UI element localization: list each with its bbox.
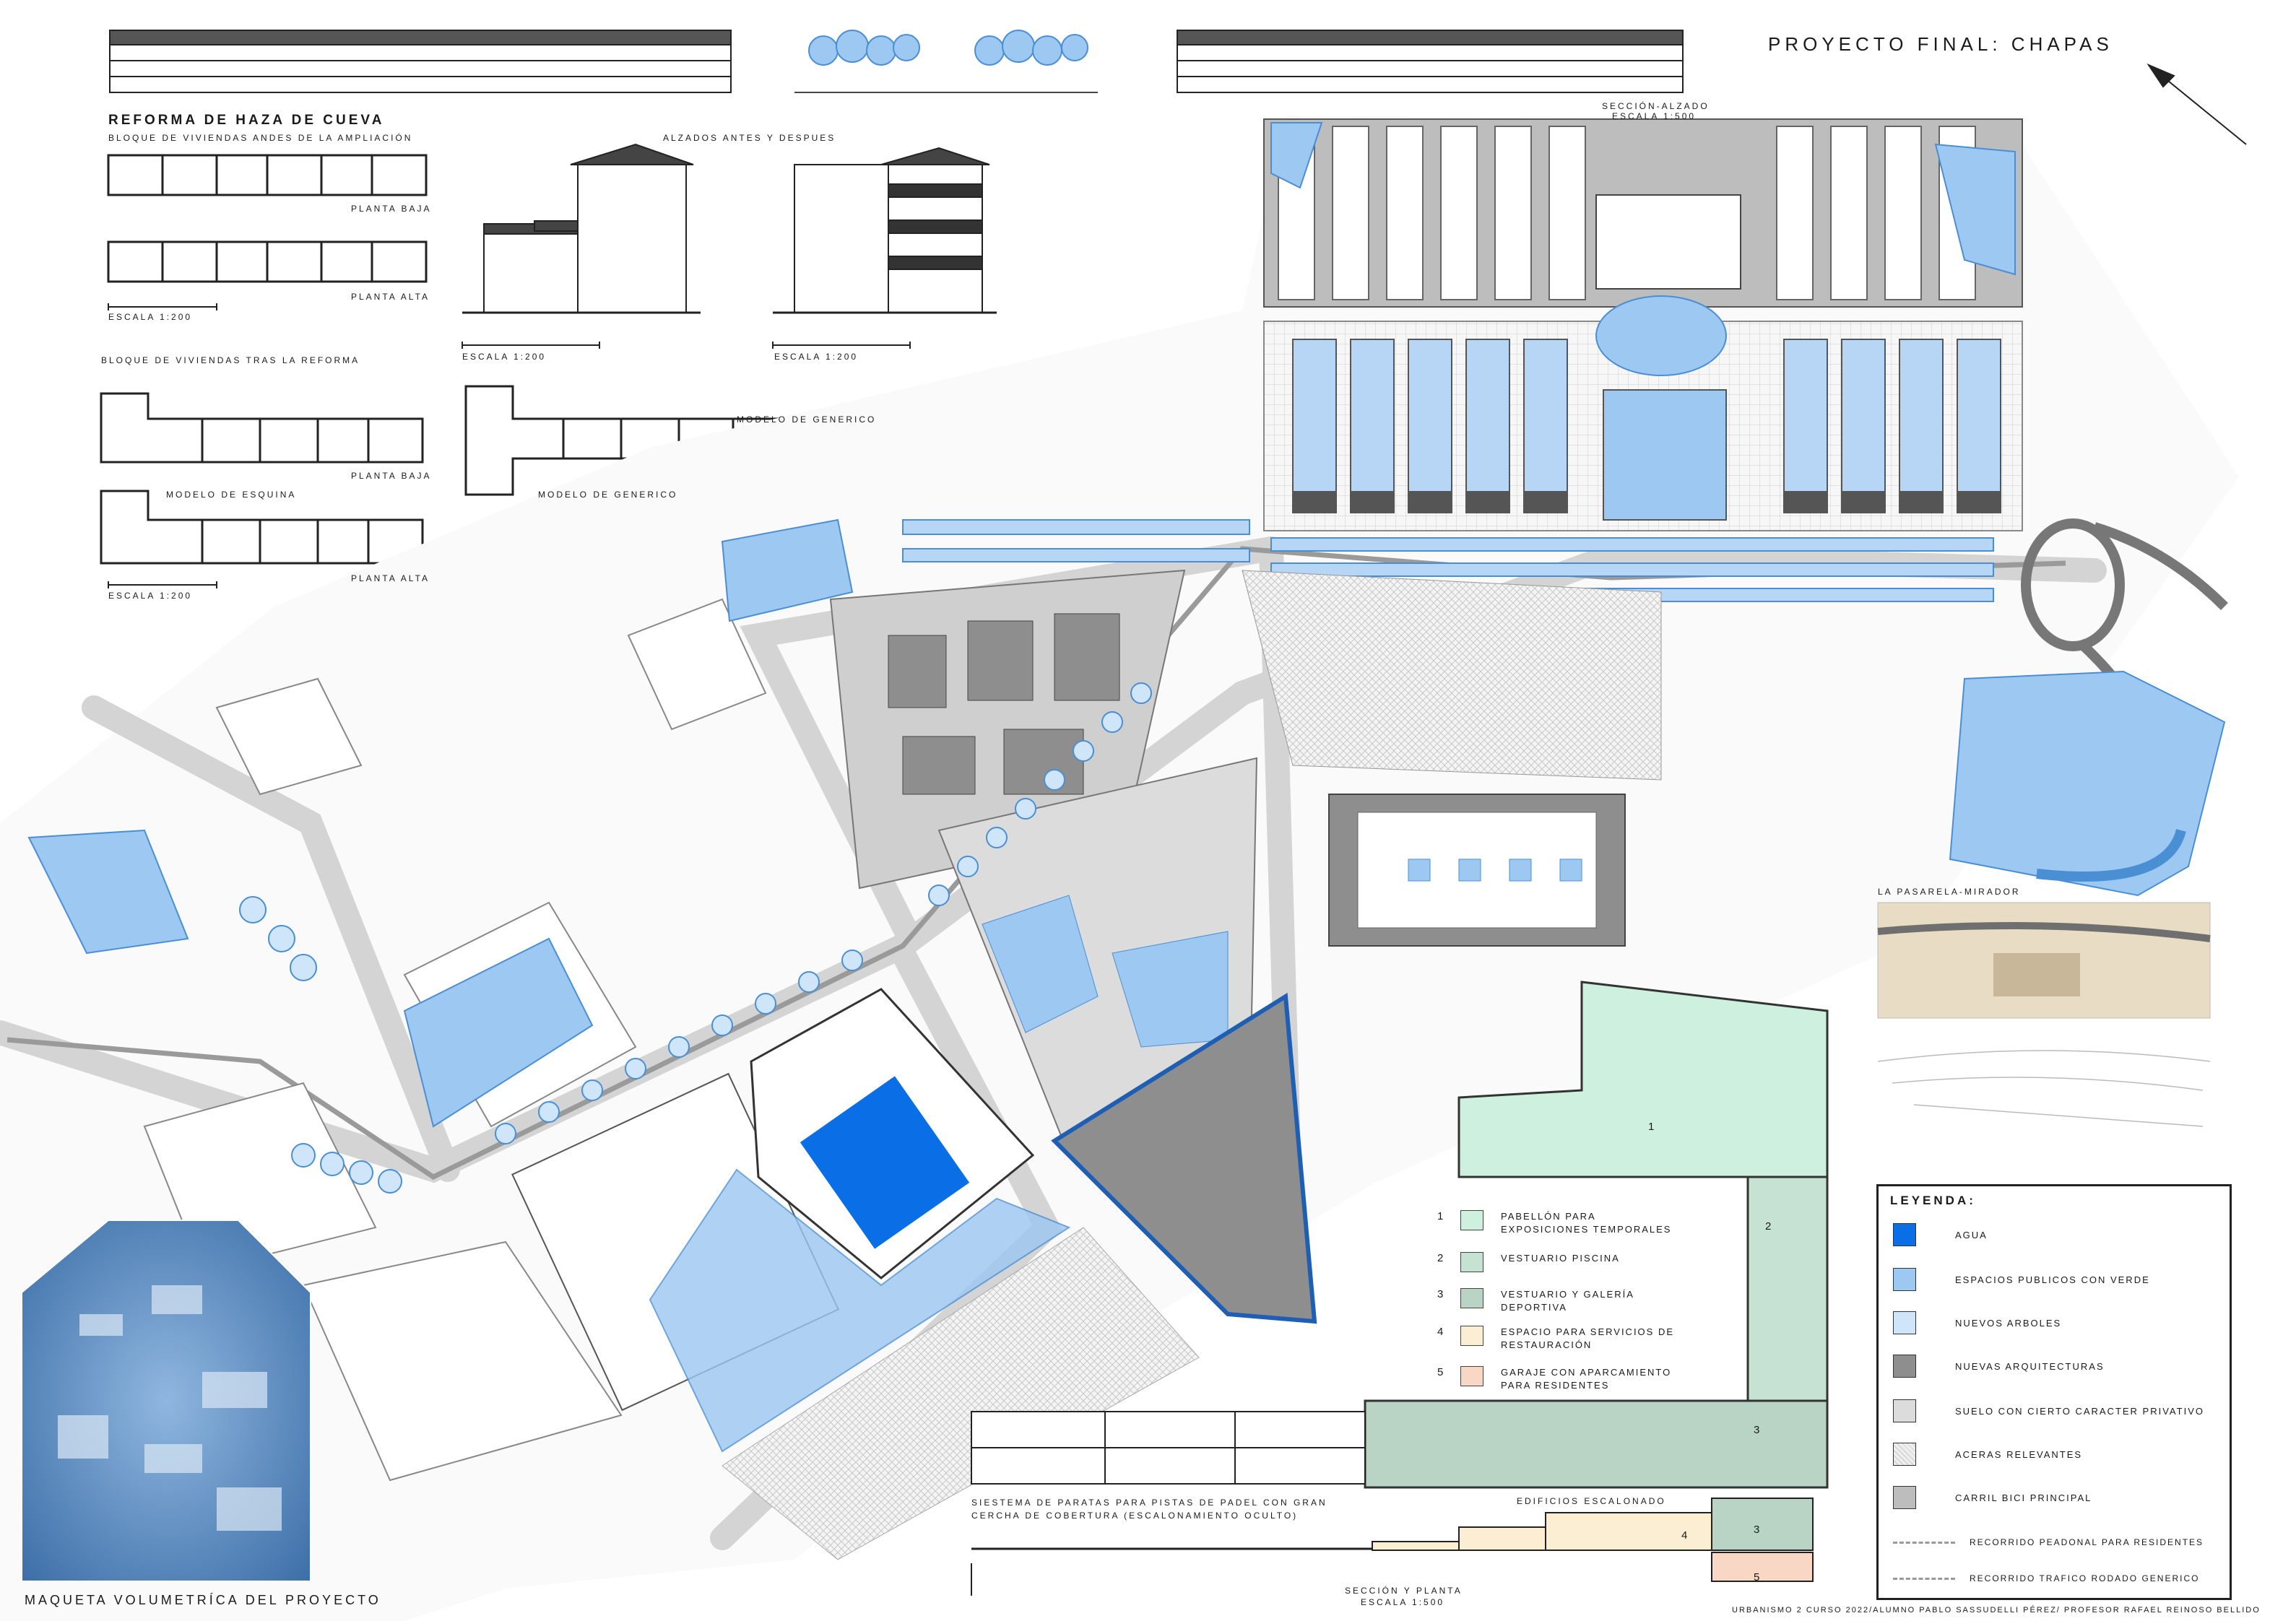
planta-alta-label-2: PLANTA ALTA — [351, 573, 430, 583]
legend-item-green: ESPACIOS PUBLICOS CON VERDE — [1893, 1267, 2150, 1292]
reforma-before-title: BLOQUE DE VIVIENDAS ANDES DE LA AMPLIACI… — [108, 133, 413, 143]
program-swatch — [1460, 1288, 1483, 1308]
legend-label: RECORRIDO PEADONAL PARA RESIDENTES — [1970, 1537, 2204, 1547]
program-number: 1 — [1437, 1210, 1444, 1222]
section-scale: ESCALA 1:500 — [1361, 1597, 1445, 1607]
program-swatch — [1460, 1366, 1483, 1386]
legend: LEYENDA: AGUA ESPACIOS PUBLICOS CON VERD… — [1876, 1184, 2232, 1600]
legend-item-pedestrian: RECORRIDO PEADONAL PARA RESIDENTES — [1893, 1530, 2204, 1555]
plan-number-1: 1 — [1648, 1121, 1655, 1133]
padel-caption: SIESTEMA DE PARATAS PARA PISTAS DE PADEL… — [971, 1498, 1327, 1521]
legend-item-private: SUELO CON CIERTO CARACTER PRIVATIVO — [1893, 1399, 2204, 1423]
scale-label-1: ESCALA 1:200 — [108, 312, 193, 322]
seccion-alzado-scale: ESCALA 1:500 — [1612, 111, 1697, 121]
central-garden — [1603, 389, 1727, 521]
section-number-3: 3 — [1754, 1524, 1760, 1536]
scale-label-2: ESCALA 1:200 — [462, 352, 547, 362]
scale-label-3: ESCALA 1:200 — [774, 352, 859, 362]
legend-swatch — [1893, 1268, 1916, 1291]
legend-item-water: AGUA — [1893, 1222, 1988, 1247]
program-label: VESTUARIO Y GALERÍA DEPORTIVA — [1501, 1289, 1634, 1313]
legend-swatch — [1893, 1399, 1916, 1422]
program-number: 3 — [1437, 1288, 1444, 1300]
north-arrow-icon — [2146, 63, 2247, 145]
planta-alta-label-1: PLANTA ALTA — [351, 292, 430, 302]
top-elevation-right — [1177, 30, 1684, 93]
seccion-alzado-title: SECCIÓN-ALZADO — [1602, 101, 1710, 111]
planta-baja-label-2: PLANTA BAJA — [351, 471, 432, 481]
program-label: PABELLÓN PARA EXPOSICIONES TEMPORALES — [1501, 1211, 1672, 1235]
top-elevation-left — [109, 30, 732, 93]
legend-item-traffic: RECORRIDO TRAFICO RODADO GENERICO — [1893, 1566, 2199, 1591]
program-swatch — [1460, 1326, 1483, 1346]
program-label: VESTUARIO PISCINA — [1501, 1253, 1620, 1264]
program-item-4: 4 ESPACIO PARA SERVICIOS DE RESTAURACIÓN — [1437, 1326, 1674, 1352]
scale-label-4: ESCALA 1:200 — [108, 591, 193, 601]
section-number-4: 4 — [1681, 1529, 1688, 1542]
page-title: PROYECTO FINAL: CHAPAS — [1768, 33, 2113, 55]
legend-swatch — [1893, 1443, 1916, 1466]
section-number-5: 5 — [1754, 1571, 1760, 1583]
legend-label: ESPACIOS PUBLICOS CON VERDE — [1955, 1274, 2150, 1285]
legend-label: SUELO CON CIERTO CARACTER PRIVATIVO — [1955, 1405, 2204, 1417]
legend-swatch — [1893, 1223, 1916, 1246]
program-label: GARAJE CON APARCAMIENTO PARA RESIDENTES — [1501, 1367, 1672, 1391]
legend-label: RECORRIDO TRAFICO RODADO GENERICO — [1970, 1573, 2200, 1583]
program-item-5: 5 GARAJE CON APARCAMIENTO PARA RESIDENTE… — [1437, 1366, 1674, 1392]
credits: URBANISMO 2 CURSO 2022/ALUMNO PABLO SASS… — [1732, 1606, 2261, 1615]
alzados-title: ALZADOS ANTES Y DESPUES — [663, 133, 836, 143]
program-item-3: 3 VESTUARIO Y GALERÍA DEPORTIVA — [1437, 1288, 1681, 1314]
pasarela-label: LA PASARELA-MIRADOR — [1878, 887, 2021, 897]
central-plaza — [1242, 570, 1662, 781]
legend-item-architecture: NUEVAS ARQUITECTURAS — [1893, 1354, 2105, 1378]
elevation-trees — [808, 30, 1088, 66]
house-elevation-after — [773, 147, 997, 314]
plan-number-3: 3 — [1754, 1424, 1760, 1436]
legend-label: CARRIL BICI PRINCIPAL — [1955, 1492, 2092, 1503]
legend-item-sidewalks: ACERAS RELEVANTES — [1893, 1442, 2082, 1466]
legend-item-bike: CARRIL BICI PRINCIPAL — [1893, 1485, 2092, 1510]
modelo-generico-label-1: MODELO DE GENERICO — [737, 414, 877, 425]
plan-number-2: 2 — [1765, 1220, 1772, 1233]
legend-swatch — [1893, 1486, 1916, 1509]
sports-court — [1595, 194, 1741, 290]
section-title: SECCIÓN Y PLANTA — [1345, 1586, 1463, 1596]
legend-swatch — [1893, 1311, 1916, 1334]
east-park — [1949, 670, 2226, 897]
reforma-title: REFORMA DE HAZA DE CUEVA — [108, 113, 385, 128]
program-number: 2 — [1437, 1252, 1444, 1264]
modelo-generico-label-2: MODELO DE GENERICO — [538, 490, 678, 500]
reforma-after-title: BLOQUE DE VIVIENDAS TRAS LA REFORMA — [101, 355, 360, 365]
pasarela-sketch — [1877, 1050, 2211, 1127]
program-swatch — [1460, 1210, 1483, 1230]
program-number: 4 — [1437, 1326, 1444, 1338]
house-elevation-before — [462, 143, 701, 314]
legend-line — [1893, 1577, 1955, 1580]
legend-label: NUEVAS ARQUITECTURAS — [1955, 1360, 2105, 1372]
program-swatch — [1460, 1252, 1483, 1272]
legend-item-trees: NUEVOS ARBOLES — [1893, 1311, 2061, 1335]
legend-label: ACERAS RELEVANTES — [1955, 1448, 2083, 1460]
program-number: 5 — [1437, 1366, 1444, 1378]
legend-swatch — [1893, 1355, 1916, 1378]
modelo-esquina-label: MODELO DE ESQUINA — [166, 490, 297, 500]
legend-line — [1893, 1541, 1955, 1544]
legend-title: LEYENDA: — [1890, 1194, 1976, 1207]
program-item-2: 2 VESTUARIO PISCINA — [1437, 1252, 1674, 1272]
maqueta-caption: MAQUETA VOLUMETRÍCA DEL PROYECTO — [25, 1593, 381, 1607]
planta-baja-label-1: PLANTA BAJA — [351, 204, 432, 214]
program-label: ESPACIO PARA SERVICIOS DE RESTAURACIÓN — [1501, 1326, 1675, 1350]
legend-label: AGUA — [1955, 1229, 1988, 1240]
oval-garden — [1595, 295, 1727, 376]
edificios-caption: EDIFICIOS ESCALONADO — [1517, 1496, 1666, 1506]
program-item-1: 1 PABELLÓN PARA EXPOSICIONES TEMPORALES — [1437, 1210, 1674, 1236]
legend-label: NUEVOS ARBOLES — [1955, 1317, 2062, 1329]
